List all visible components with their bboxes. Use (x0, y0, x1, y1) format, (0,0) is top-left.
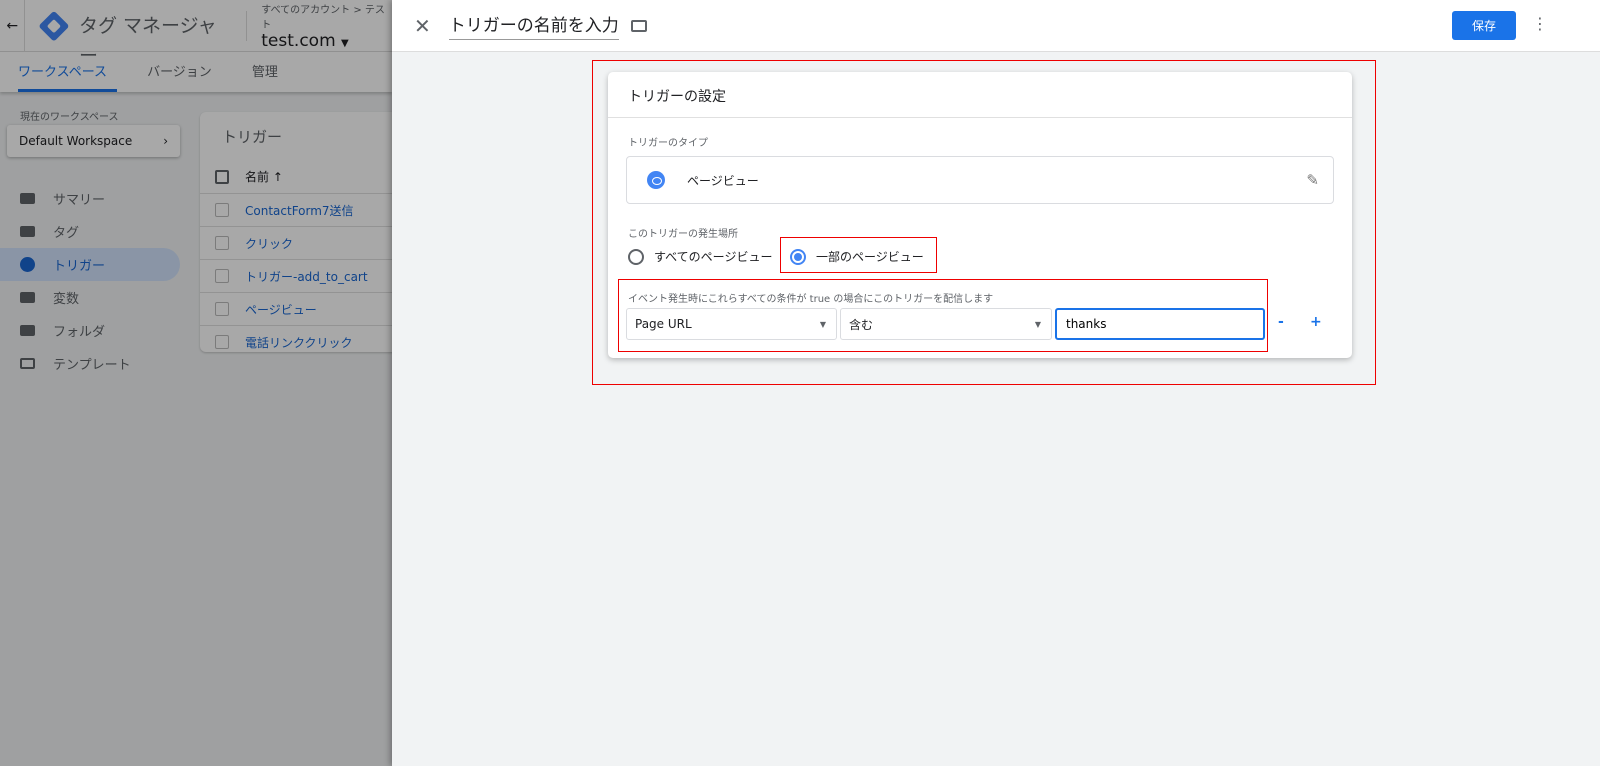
folder-icon[interactable] (630, 19, 647, 32)
radio-button[interactable] (628, 248, 644, 265)
trigger-config-card: トリガーの設定 トリガーのタイプ ページビュー ✎ このトリガーの発生場所 すべ… (608, 72, 1352, 358)
remove-condition-button[interactable]: - (1278, 314, 1284, 330)
fire-on-label: このトリガーの発生場所 (628, 229, 738, 240)
radio-all-pageviews[interactable]: すべてのページビュー (628, 248, 772, 265)
panel-header: ✕ トリガーの名前を入力 保存 ⋮ (392, 0, 1600, 52)
trigger-name-input[interactable]: トリガーの名前を入力 (448, 11, 619, 40)
pageview-eye-icon (647, 171, 665, 189)
card-title: トリガーの設定 (608, 72, 1352, 118)
more-vert-icon[interactable]: ⋮ (1532, 14, 1548, 33)
highlight-box (780, 237, 937, 273)
modal-overlay[interactable] (0, 0, 392, 766)
trigger-type-label: トリガーのタイプ (628, 138, 708, 149)
trigger-type-selector[interactable]: ページビュー ✎ (626, 156, 1334, 204)
close-icon[interactable]: ✕ (414, 14, 431, 38)
trigger-editor-panel: ✕ トリガーの名前を入力 保存 ⋮ トリガーの設定 トリガーのタイプ ページビュ… (392, 0, 1600, 766)
edit-pencil-icon[interactable]: ✎ (1306, 171, 1319, 189)
highlight-box (618, 279, 1268, 352)
save-button[interactable]: 保存 (1452, 11, 1516, 40)
trigger-type-value: ページビュー (687, 173, 759, 188)
radio-label: すべてのページビュー (654, 250, 773, 264)
add-condition-button[interactable]: + (1310, 314, 1322, 330)
